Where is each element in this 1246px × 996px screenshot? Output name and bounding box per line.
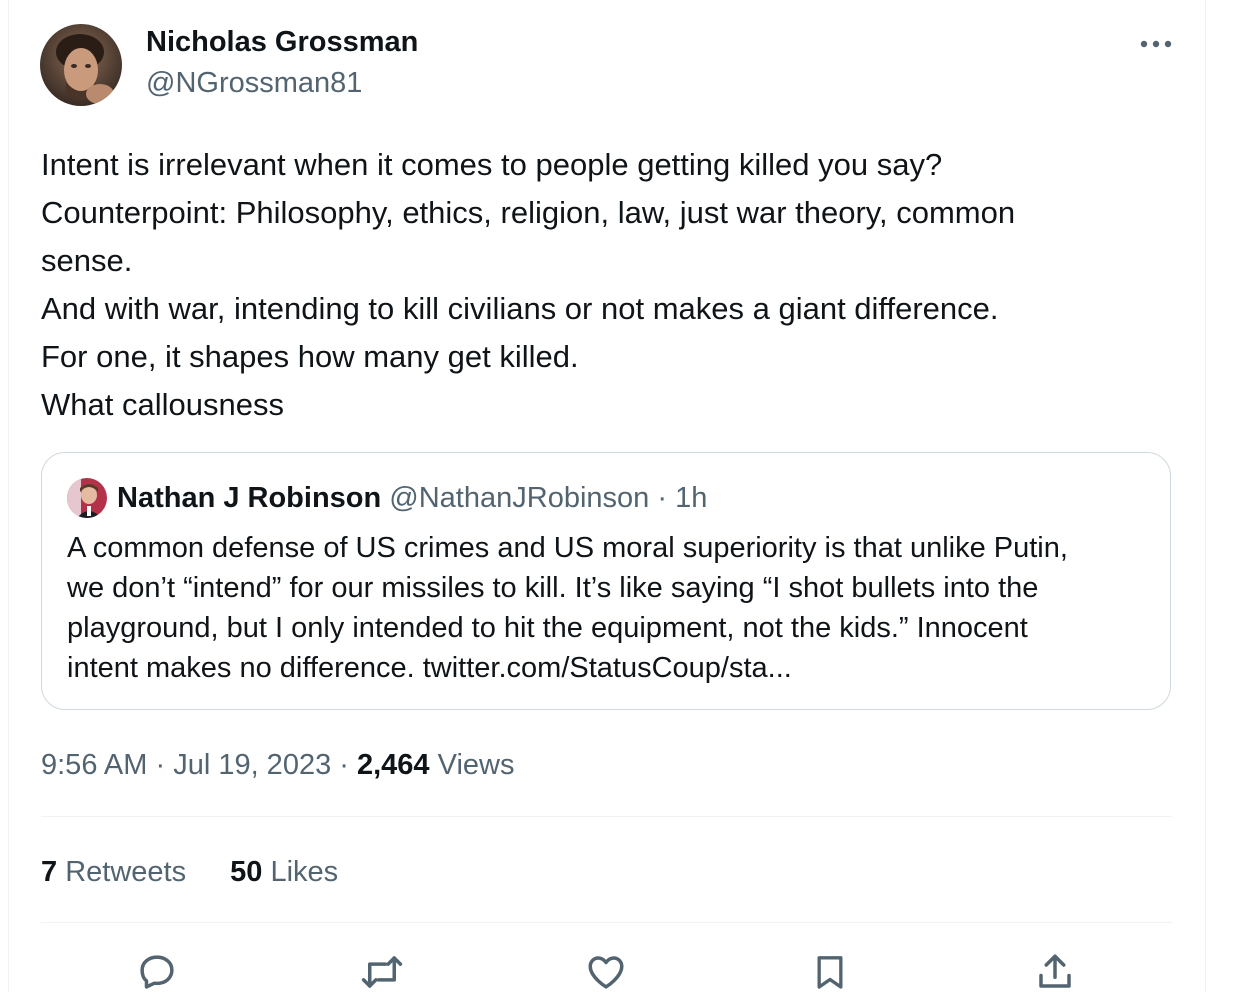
share-icon (1039, 954, 1071, 988)
likes-count: 50 (230, 856, 263, 888)
divider (41, 922, 1172, 923)
more-horizontal-icon (1140, 40, 1172, 48)
like-button[interactable] (582, 948, 630, 996)
bookmark-button[interactable] (806, 948, 854, 996)
retweets-count: 7 (41, 856, 58, 888)
views-label: Views (429, 749, 515, 781)
tweet-line: Intent is irrelevant when it comes to pe… (41, 147, 943, 182)
divider (41, 816, 1172, 817)
quoted-author-name: Nathan J Robinson (117, 482, 382, 514)
tweet-time[interactable]: 9:56 AM (41, 749, 147, 781)
tweet-line: What callousness (41, 387, 284, 422)
quoted-tweet-time: 1h (675, 482, 708, 514)
retweet-button[interactable] (358, 948, 406, 996)
author-handle[interactable]: @NGrossman81 (146, 67, 362, 100)
quoted-author-avatar (67, 478, 107, 518)
tweet-line: Counterpoint: Philosophy, ethics, religi… (41, 195, 1016, 230)
meta-separator: · (649, 482, 676, 514)
quoted-tweet-line: A common defense of US crimes and US mor… (67, 532, 1068, 564)
quoted-tweet-line: playground, but I only intended to hit t… (67, 612, 1028, 644)
engagement-stats: 7 Retweets 50 Likes (41, 852, 338, 892)
quoted-author-handle: @NathanJRobinson (389, 482, 650, 514)
likes-label: Likes (262, 856, 339, 888)
author-avatar[interactable] (40, 24, 122, 106)
tweet-date[interactable]: Jul 19, 2023 (173, 749, 331, 781)
tweet-line: For one, it shapes how many get killed. (41, 339, 579, 374)
reply-icon (140, 955, 174, 989)
tweet-line: And with war, intending to kill civilian… (41, 291, 999, 326)
likes-stat[interactable]: 50 Likes (230, 852, 338, 892)
quoted-tweet-header: Nathan J Robinson @NathanJRobinson · 1h (117, 480, 707, 516)
share-button[interactable] (1031, 948, 1079, 996)
tweet-line: sense. (41, 243, 133, 278)
bookmark-icon (817, 956, 843, 989)
retweets-label: Retweets (57, 856, 187, 888)
meta-separator: · (147, 749, 174, 781)
author-name[interactable]: Nicholas Grossman (146, 26, 418, 59)
timeline-border-left (8, 0, 9, 992)
retweet-icon (361, 956, 403, 988)
retweets-stat[interactable]: 7 Retweets (41, 852, 186, 892)
quoted-tweet-line: we don’t “intend” for our missiles to ki… (67, 572, 1039, 604)
meta-separator: · (331, 749, 357, 781)
heart-icon (588, 956, 624, 989)
timeline-border-right (1205, 0, 1206, 992)
tweet-text: Intent is irrelevant when it comes to pe… (41, 141, 1181, 429)
quoted-tweet-card[interactable]: Nathan J Robinson @NathanJRobinson · 1h … (41, 452, 1171, 710)
quoted-tweet-line: intent makes no difference. twitter.com/… (67, 652, 792, 684)
more-options-button[interactable] (1136, 30, 1176, 58)
quoted-tweet-text: A common defense of US crimes and US mor… (67, 528, 1157, 688)
views-count: 2,464 (356, 749, 430, 781)
tweet-meta: 9:56 AM · Jul 19, 2023 · 2,464 Views (41, 745, 514, 785)
reply-button[interactable] (133, 948, 181, 996)
